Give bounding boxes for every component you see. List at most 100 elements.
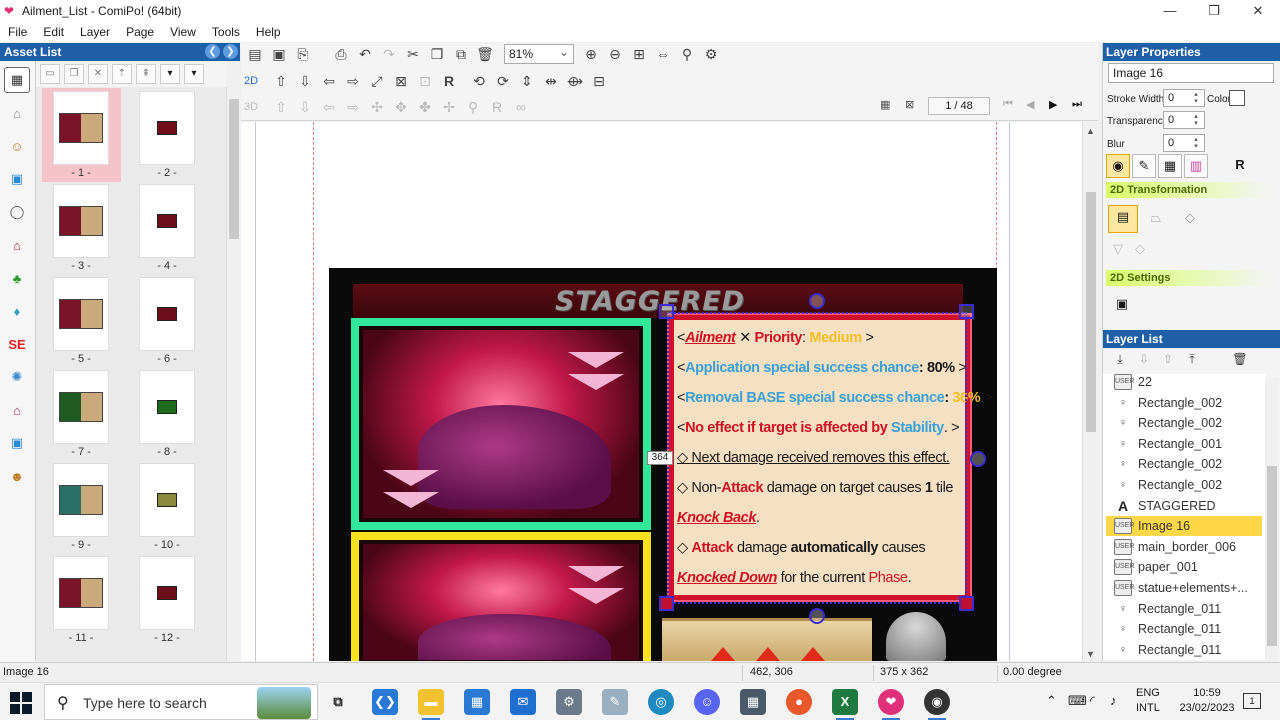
- layer-list-scrollbar[interactable]: [1265, 378, 1279, 661]
- asset-list-scrollbar[interactable]: [226, 87, 240, 661]
- taskbar-clock[interactable]: 10:59 23/02/2023: [1178, 686, 1236, 716]
- stroke-width-spinner[interactable]: 0: [1163, 89, 1205, 107]
- reset-rotation-icon[interactable]: ⟴: [564, 71, 586, 91]
- layer-list-item[interactable]: ♀ Rectangle_011: [1106, 619, 1262, 639]
- export-icon[interactable]: ⎘: [292, 44, 314, 64]
- prev-page-icon[interactable]: ◀: [1026, 98, 1034, 111]
- move-layer-down-icon[interactable]: ⤓: [1108, 352, 1132, 370]
- zoom-select[interactable]: 81%: [504, 43, 574, 64]
- page-thumbnail[interactable]: [139, 184, 195, 258]
- settings-gear-icon[interactable]: ⚙: [700, 44, 722, 64]
- magic-tool-icon[interactable]: ⚲: [676, 44, 698, 64]
- maximize-button[interactable]: ❐: [1192, 0, 1236, 22]
- mascot-icon[interactable]: ☻: [4, 463, 30, 489]
- image-edit-icon[interactable]: ✎: [1132, 154, 1156, 178]
- page-thumbnail[interactable]: [53, 91, 109, 165]
- layer-list-item[interactable]: A STAGGERED: [1106, 496, 1262, 516]
- app-icon-circle[interactable]: ◎: [648, 689, 674, 715]
- 3d-object-icon[interactable]: ▣: [4, 166, 30, 192]
- flip-horizontal-icon[interactable]: ⇹: [540, 71, 562, 91]
- collapse-left-icon[interactable]: ❮: [205, 44, 220, 59]
- layer-list-item[interactable]: USER paper_001: [1106, 557, 1262, 577]
- move-left-arrow-icon[interactable]: ⇦: [318, 71, 340, 91]
- transform-flip-icon[interactable]: ▽: [1106, 238, 1130, 262]
- page-thumbnail[interactable]: [139, 277, 195, 351]
- minimize-button[interactable]: —: [1148, 0, 1192, 22]
- transform-free-icon[interactable]: ▤: [1108, 205, 1138, 233]
- 3d-spin-icon[interactable]: ✤: [414, 97, 436, 117]
- transparency-grid-icon[interactable]: ▦: [1158, 154, 1182, 178]
- 3d-left-icon[interactable]: ⇦: [318, 97, 340, 117]
- move-layer-top-icon[interactable]: ⤒: [1180, 352, 1204, 370]
- menu-file[interactable]: File: [0, 25, 35, 39]
- rotate-handle-bottom[interactable]: [809, 608, 825, 624]
- move-down-arrow-icon[interactable]: ⇩: [294, 71, 316, 91]
- background-icon[interactable]: ⌂: [4, 100, 30, 126]
- 3d-right-icon[interactable]: ⇨: [342, 97, 364, 117]
- move-up-arrow-icon[interactable]: ⇧: [270, 71, 292, 91]
- editing-canvas[interactable]: STAGGERED <Ailment ✕ Priority: Medium > …: [241, 122, 1082, 661]
- visibility-eye-icon[interactable]: ◉: [1106, 154, 1130, 178]
- page-close-icon[interactable]: ⊠: [905, 98, 914, 111]
- fit-page-icon[interactable]: ⊞: [628, 44, 650, 64]
- menu-page[interactable]: Page: [118, 25, 162, 39]
- undo-icon[interactable]: ↶: [354, 44, 376, 64]
- layer-list-item[interactable]: USER 22: [1106, 372, 1262, 392]
- selection-box[interactable]: [667, 312, 967, 604]
- notification-center-icon[interactable]: 1: [1243, 693, 1261, 709]
- discord-icon[interactable]: ☺: [694, 689, 720, 715]
- scale-reset-icon[interactable]: ⊡: [414, 71, 436, 91]
- copy-page-icon[interactable]: ❐: [64, 64, 84, 84]
- canvas-scrollbar[interactable]: ▲ ▼: [1082, 122, 1098, 661]
- page-thumbnail[interactable]: [139, 463, 195, 537]
- sound-effect-icon[interactable]: SE: [4, 331, 30, 357]
- drop-effect-icon[interactable]: ♦: [4, 298, 30, 324]
- redo-icon[interactable]: ↷: [378, 44, 400, 64]
- 3d-tilt-icon[interactable]: ✥: [390, 97, 412, 117]
- 3d-lamp-icon[interactable]: ⚲: [462, 97, 484, 117]
- rotate-handle-top[interactable]: [809, 293, 825, 309]
- resize-handle-bottom-right[interactable]: [959, 596, 974, 611]
- layer-list-item[interactable]: ♀ Rectangle_002: [1106, 454, 1262, 474]
- calculator-icon[interactable]: ▦: [740, 689, 766, 715]
- next-page-icon[interactable]: ▶: [1049, 98, 1057, 111]
- copy-icon[interactable]: ❐: [426, 44, 448, 64]
- menu-tools[interactable]: Tools: [204, 25, 248, 39]
- 3d-light-icon[interactable]: ✢: [438, 97, 460, 117]
- page-thumbnail[interactable]: [53, 370, 109, 444]
- reset-scale-icon[interactable]: ⊟: [588, 71, 610, 91]
- resize-handle-bottom-left[interactable]: [659, 596, 674, 611]
- layer-list-item[interactable]: ♀ Rectangle_001: [1106, 434, 1262, 454]
- menu-edit[interactable]: Edit: [35, 25, 72, 39]
- page-thumbnail[interactable]: [139, 556, 195, 630]
- print-icon[interactable]: ⎙: [330, 44, 352, 64]
- volume-icon[interactable]: ♪: [1110, 693, 1117, 708]
- obs-icon[interactable]: ◉: [924, 689, 950, 715]
- microsoft-store-icon[interactable]: ▦: [464, 689, 490, 715]
- layer-list-item[interactable]: ♀ Rectangle_002: [1106, 413, 1262, 433]
- screen-tone-icon[interactable]: ✺: [4, 364, 30, 390]
- paint-icon[interactable]: ✎: [602, 689, 628, 715]
- layer-name-field[interactable]: Image 16: [1108, 63, 1274, 83]
- move-layer-up-one-icon[interactable]: ⇧: [1156, 352, 1180, 370]
- comic-panel-bottom[interactable]: [351, 532, 651, 661]
- task-view-icon[interactable]: ⧉: [325, 689, 351, 715]
- menu-view[interactable]: View: [162, 25, 204, 39]
- character-icon[interactable]: ☺: [4, 133, 30, 159]
- comic-panel-top[interactable]: [351, 318, 651, 530]
- page-grid-icon[interactable]: ▦: [880, 98, 890, 111]
- move-right-arrow-icon[interactable]: ⇨: [342, 71, 364, 91]
- color-adjust-icon[interactable]: ▥: [1184, 154, 1208, 178]
- move-up-icon[interactable]: ⇡: [112, 64, 132, 84]
- close-button[interactable]: ✕: [1236, 0, 1280, 22]
- transform-distort-icon[interactable]: ◇: [1178, 207, 1202, 231]
- rotate-right-icon[interactable]: ⟳: [492, 71, 514, 91]
- transparency-spinner[interactable]: 0: [1163, 111, 1205, 129]
- cut-icon[interactable]: ✂: [402, 44, 424, 64]
- menu-layer[interactable]: Layer: [72, 25, 118, 39]
- rotate-handle-right[interactable]: [970, 451, 986, 467]
- delete-layer-icon[interactable]: 🗑: [1228, 352, 1252, 370]
- windows-start-icon[interactable]: [10, 692, 32, 714]
- resize-handle-top-left[interactable]: [659, 304, 674, 319]
- tray-chevron-icon[interactable]: ⌃: [1046, 693, 1057, 709]
